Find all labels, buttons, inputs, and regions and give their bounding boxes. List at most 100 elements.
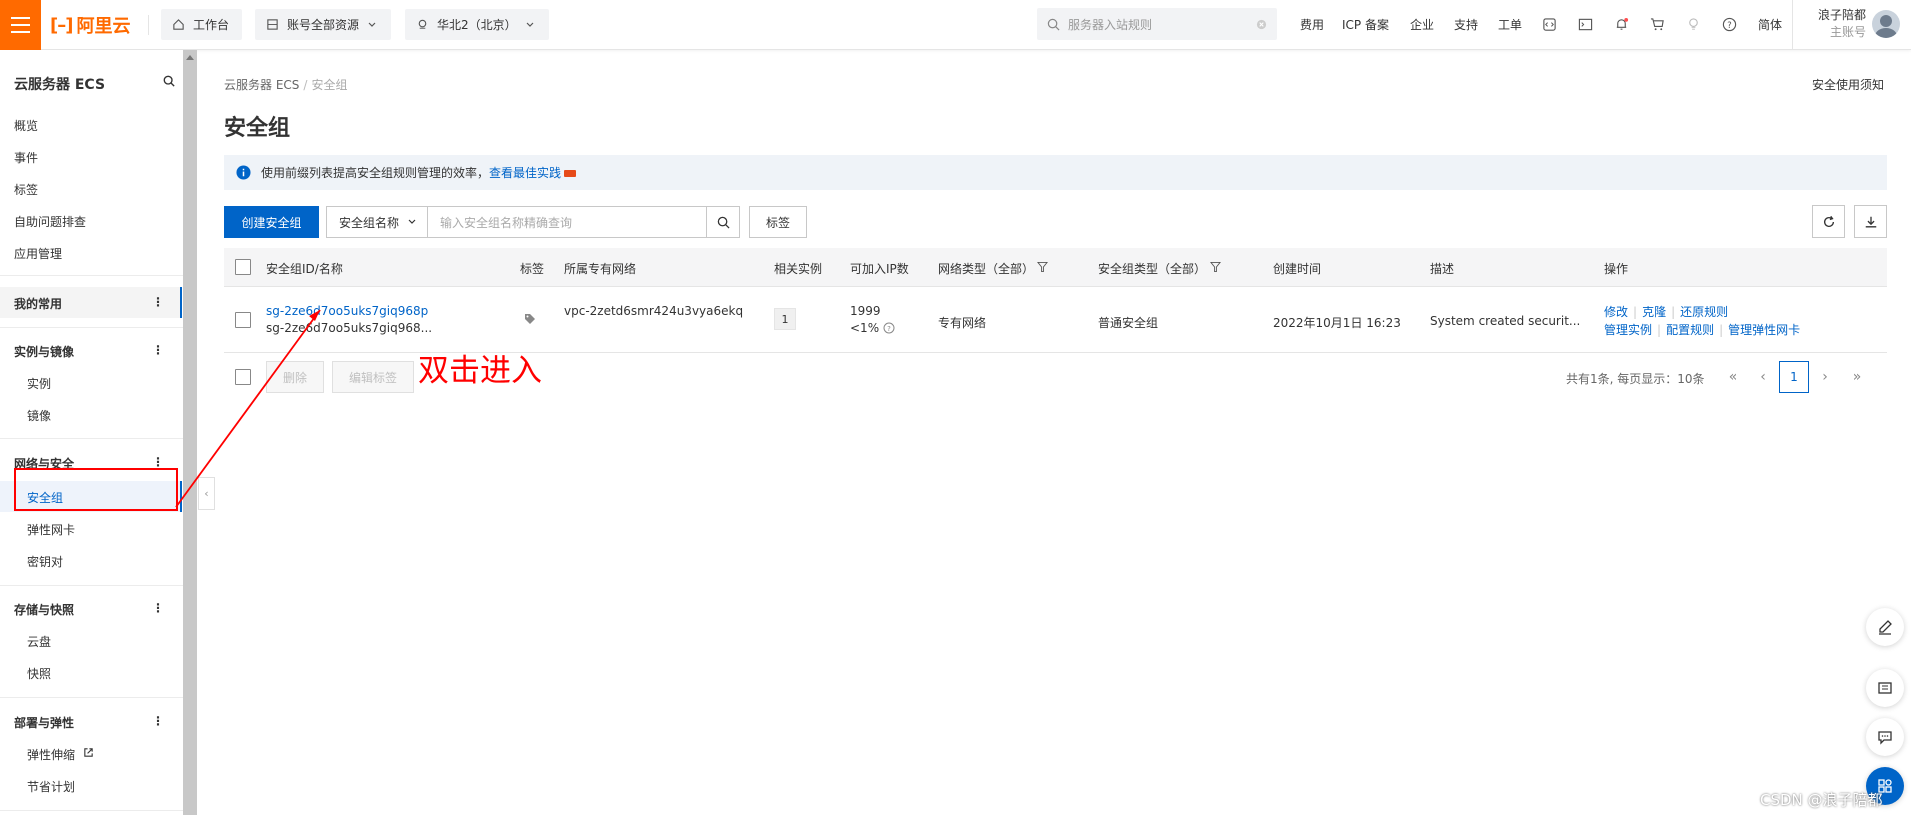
prev-page-button[interactable]: ‹	[1748, 361, 1778, 393]
sidebar-item-savings-plan[interactable]: 节省计划	[27, 778, 75, 795]
chat-floating-button[interactable]	[1866, 718, 1904, 756]
scroll-up-arrow-icon[interactable]	[186, 55, 194, 60]
nav-link-ticket[interactable]: 工单	[1498, 16, 1522, 33]
cart-icon[interactable]	[1647, 14, 1667, 34]
created-time: 2022年10月1日 16:23	[1273, 316, 1401, 330]
th-security-group-type[interactable]: 安全组类型（全部）	[1098, 260, 1206, 277]
nav-link-enterprise[interactable]: 企业	[1410, 16, 1434, 33]
search-field-select[interactable]: 安全组名称	[326, 206, 428, 238]
code-icon[interactable]	[1539, 14, 1559, 34]
vpc-id: vpc-2zetd6smr424u3vya6ekq	[564, 304, 744, 318]
workbench-button[interactable]: 工作台	[161, 9, 242, 40]
sidebar-item-eni[interactable]: 弹性网卡	[27, 521, 75, 538]
workbench-label: 工作台	[193, 18, 230, 32]
table-row[interactable]: sg-2ze6d7oo5uks7giq968p sg-2ze6d7oo5uks7…	[224, 287, 1887, 353]
more-icon[interactable]: ⋮	[152, 455, 164, 469]
download-icon	[1865, 216, 1876, 227]
page-number-current[interactable]: 1	[1779, 361, 1809, 393]
nav-link-support[interactable]: 支持	[1454, 16, 1478, 33]
sidebar-item-auto-scaling[interactable]: 弹性伸缩	[27, 746, 75, 763]
info-icon	[236, 165, 251, 180]
book-icon	[1878, 682, 1892, 694]
region-selector[interactable]: 华北2（北京）	[405, 9, 549, 40]
edit-floating-button[interactable]	[1866, 608, 1904, 646]
nav-link-icp[interactable]: ICP 备案	[1342, 16, 1389, 33]
more-icon[interactable]: ⋮	[152, 714, 164, 728]
chevron-down-icon	[408, 219, 416, 224]
th-available-ips: 可加入IP数	[850, 262, 909, 276]
help-icon[interactable]: ?	[1719, 14, 1739, 34]
hamburger-menu-button[interactable]	[0, 0, 41, 50]
search-icon	[1047, 18, 1060, 30]
lightbulb-icon[interactable]	[1683, 14, 1703, 34]
nav-link-billing[interactable]: 费用	[1300, 16, 1324, 33]
manage-instances-link[interactable]: 管理实例	[1604, 323, 1652, 337]
watermark: CSDN @浪子陪都	[1760, 791, 1883, 809]
sidebar-group-favorites[interactable]: 我的常用	[14, 295, 62, 312]
sidebar-group-deployment-elasticity[interactable]: 部署与弹性	[14, 714, 74, 731]
sidebar-item-app-management[interactable]: 应用管理	[14, 245, 62, 262]
user-role: 主账号	[1829, 25, 1866, 39]
select-all-checkbox[interactable]	[235, 259, 251, 275]
more-icon[interactable]: ⋮	[152, 295, 164, 309]
breadcrumb-root[interactable]: 云服务器 ECS	[224, 78, 299, 92]
more-icon[interactable]: ⋮	[152, 343, 164, 357]
modify-link[interactable]: 修改	[1604, 305, 1628, 319]
top-navigation-bar: [–] 阿里云 工作台 账号全部资源 华北2（北京） 服务器入站规则 费用 IC…	[0, 0, 1911, 50]
best-practice-link[interactable]: 查看最佳实践	[489, 166, 561, 180]
sidebar-item-events[interactable]: 事件	[14, 149, 38, 166]
sidebar-item-instances[interactable]: 实例	[27, 375, 51, 392]
sidebar-item-snapshots[interactable]: 快照	[27, 665, 51, 682]
global-search-input[interactable]: 服务器入站规则	[1037, 8, 1277, 40]
pagination-info: 共有1条, 每页显示：10条	[1566, 372, 1705, 386]
last-page-button[interactable]: »	[1842, 361, 1872, 393]
tag-icon[interactable]	[524, 313, 536, 325]
th-tags: 标签	[520, 262, 545, 276]
more-icon[interactable]: ⋮	[152, 601, 164, 615]
terminal-icon[interactable]	[1575, 14, 1595, 34]
th-description: 描述	[1430, 262, 1455, 276]
divider	[0, 327, 183, 328]
docs-floating-button[interactable]	[1866, 669, 1904, 707]
user-info[interactable]: 浪子陪都 主账号	[1794, 7, 1866, 41]
aliyun-logo[interactable]: [–] 阿里云	[50, 12, 130, 38]
first-page-button[interactable]: «	[1718, 361, 1748, 393]
next-page-button[interactable]: ›	[1810, 361, 1840, 393]
sidebar-item-tags[interactable]: 标签	[14, 181, 38, 198]
info-text: 使用前缀列表提高安全组规则管理的效率，	[261, 166, 490, 180]
manage-eni-link[interactable]: 管理弹性网卡	[1728, 323, 1800, 337]
filter-icon[interactable]	[1210, 261, 1221, 273]
security-group-search-placeholder: 输入安全组名称精确查询	[440, 215, 573, 230]
configure-rules-link[interactable]: 配置规则	[1666, 323, 1714, 337]
security-notice-link[interactable]: 安全使用须知	[1812, 76, 1884, 93]
clear-icon[interactable]	[1256, 19, 1267, 30]
sidebar-item-key-pairs[interactable]: 密钥对	[27, 553, 63, 570]
filter-icon[interactable]	[1037, 261, 1048, 273]
sidebar-group-instances-images[interactable]: 实例与镜像	[14, 343, 74, 360]
edit-tags-button[interactable]: 编辑标签	[332, 361, 414, 393]
create-security-group-button[interactable]: 创建安全组	[224, 206, 319, 238]
clone-link[interactable]: 克隆	[1642, 305, 1666, 319]
export-button[interactable]	[1854, 205, 1887, 238]
divider	[0, 275, 183, 276]
help-icon[interactable]: ?	[883, 322, 895, 334]
sidebar-item-images[interactable]: 镜像	[27, 407, 51, 424]
sidebar-item-self-diagnosis[interactable]: 自助问题排查	[14, 213, 86, 230]
security-group-search-input[interactable]: 输入安全组名称精确查询	[427, 206, 707, 238]
search-button[interactable]	[706, 206, 740, 238]
bell-icon[interactable]	[1611, 14, 1631, 34]
search-icon[interactable]	[163, 75, 175, 87]
restore-rules-link[interactable]: 还原规则	[1680, 305, 1728, 319]
security-group-type: 普通安全组	[1098, 316, 1159, 330]
tag-filter-button[interactable]: 标签	[749, 206, 807, 238]
resource-scope-label: 账号全部资源	[287, 18, 360, 32]
refresh-button[interactable]	[1812, 205, 1845, 238]
instance-count-badge[interactable]: 1	[774, 308, 796, 330]
language-switch[interactable]: 简体	[1758, 16, 1782, 33]
sidebar-group-storage-snapshots[interactable]: 存储与快照	[14, 601, 74, 618]
th-network-type[interactable]: 网络类型（全部）	[938, 260, 1034, 277]
avatar[interactable]	[1872, 10, 1900, 38]
resource-scope-selector[interactable]: 账号全部资源	[255, 9, 391, 40]
sidebar-item-disks[interactable]: 云盘	[27, 633, 51, 650]
sidebar-item-overview[interactable]: 概览	[14, 117, 38, 134]
